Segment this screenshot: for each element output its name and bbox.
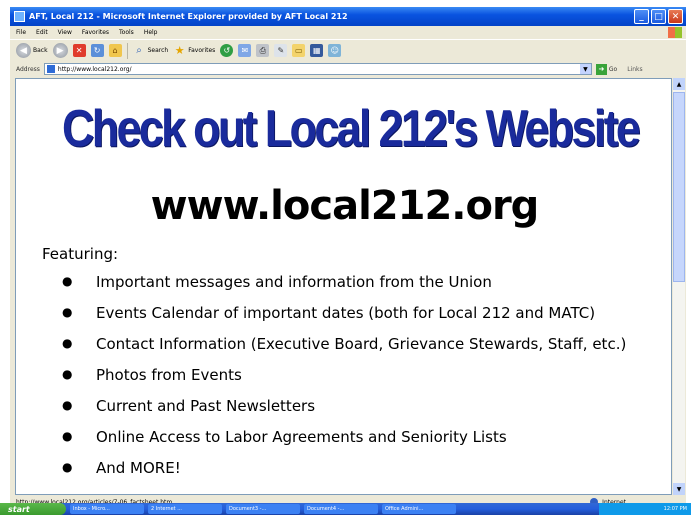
star-icon: ★ bbox=[174, 44, 185, 57]
site-url-heading: www.local212.org bbox=[150, 183, 540, 229]
back-arrow-icon: ◀ bbox=[16, 43, 31, 58]
feature-item: ● Current and Past Newsletters bbox=[56, 397, 626, 428]
search-button[interactable]: ⌕ Search bbox=[133, 44, 169, 57]
feature-text: Important messages and information from … bbox=[96, 273, 492, 291]
bullet-icon: ● bbox=[62, 398, 73, 412]
taskbar-item-document3[interactable]: Document3 -... bbox=[226, 504, 300, 514]
back-button[interactable]: ◀ Back bbox=[16, 43, 48, 58]
feature-list: ● Important messages and information from… bbox=[56, 273, 626, 490]
scroll-thumb[interactable] bbox=[673, 92, 685, 282]
messenger-icon[interactable]: ☺ bbox=[328, 44, 342, 57]
research-icon[interactable]: ▦ bbox=[310, 44, 324, 57]
taskbar: start Inbox - Micro... 2 Internet ... Do… bbox=[0, 503, 691, 515]
links-button[interactable]: Links bbox=[627, 66, 642, 73]
system-tray: 12:07 PM bbox=[599, 503, 691, 515]
bullet-icon: ● bbox=[62, 305, 73, 319]
bullet-icon: ● bbox=[62, 274, 73, 288]
go-label: Go bbox=[608, 65, 618, 73]
history-icon[interactable]: ↺ bbox=[220, 44, 234, 57]
clock: 12:07 PM bbox=[663, 506, 687, 512]
ie-icon bbox=[14, 11, 25, 22]
menu-tools[interactable]: Tools bbox=[119, 29, 134, 36]
address-url: http://www.local212.org/ bbox=[57, 65, 132, 73]
refresh-icon[interactable]: ↻ bbox=[90, 44, 104, 57]
feature-text: And MORE! bbox=[96, 459, 181, 477]
menu-edit[interactable]: Edit bbox=[36, 29, 48, 36]
featuring-label: Featuring: bbox=[42, 245, 119, 263]
page-content: Check out Local 212's Website www.local2… bbox=[15, 78, 672, 495]
scroll-up-icon[interactable]: ▲ bbox=[673, 78, 685, 90]
feature-text: Events Calendar of important dates (both… bbox=[96, 304, 596, 322]
search-icon: ⌕ bbox=[136, 45, 142, 56]
go-arrow-icon: ➜ bbox=[595, 63, 607, 75]
window-controls: _ □ ✕ bbox=[634, 9, 683, 24]
feature-text: Contact Information (Executive Board, Gr… bbox=[96, 335, 627, 353]
search-label: Search bbox=[147, 47, 169, 54]
window-title: AFT, Local 212 - Microsoft Internet Expl… bbox=[29, 12, 348, 21]
menu-favorites[interactable]: Favorites bbox=[82, 29, 109, 36]
title-bar[interactable]: AFT, Local 212 - Microsoft Internet Expl… bbox=[10, 7, 686, 26]
back-label: Back bbox=[33, 47, 48, 54]
edit-icon[interactable]: ✎ bbox=[274, 44, 288, 57]
menu-file[interactable]: File bbox=[16, 29, 26, 36]
feature-text: Current and Past Newsletters bbox=[96, 397, 316, 415]
bullet-icon: ● bbox=[62, 336, 73, 350]
feature-item: ● Events Calendar of important dates (bot… bbox=[56, 304, 626, 335]
menu-view[interactable]: View bbox=[58, 29, 72, 36]
taskbar-item-internet[interactable]: 2 Internet ... bbox=[148, 504, 222, 514]
forward-button[interactable]: ▶ bbox=[52, 43, 68, 58]
bullet-icon: ● bbox=[62, 460, 73, 474]
vertical-scrollbar[interactable]: ▲ ▼ bbox=[673, 78, 685, 495]
feature-item: ● Photos from Events bbox=[56, 366, 626, 397]
windows-logo-icon bbox=[668, 27, 682, 38]
print-icon[interactable]: ⎙ bbox=[256, 44, 270, 57]
browser-window: AFT, Local 212 - Microsoft Internet Expl… bbox=[10, 7, 686, 515]
feature-text: Online Access to Labor Agreements and Se… bbox=[96, 428, 507, 446]
address-bar: Address http://www.local212.org/ ▼ ➜ Go … bbox=[10, 61, 686, 77]
bullet-icon: ● bbox=[62, 429, 73, 443]
address-dropdown-icon[interactable]: ▼ bbox=[579, 64, 591, 74]
feature-item: ● And MORE! bbox=[56, 459, 626, 490]
mail-icon[interactable]: ✉ bbox=[238, 44, 252, 57]
taskbar-item-office-admin[interactable]: Office Admini... bbox=[382, 504, 456, 514]
feature-item: ● Important messages and information from… bbox=[56, 273, 626, 304]
address-input[interactable]: http://www.local212.org/ ▼ bbox=[43, 63, 592, 75]
start-button[interactable]: start bbox=[0, 503, 66, 515]
feature-item: ● Online Access to Labor Agreements and S… bbox=[56, 428, 626, 459]
page-favicon-icon bbox=[46, 65, 55, 73]
taskbar-item-document4[interactable]: Document4 -... bbox=[304, 504, 378, 514]
page-headline: Check out Local 212's Website bbox=[61, 100, 641, 158]
feature-item: ● Contact Information (Executive Board, G… bbox=[56, 335, 626, 366]
close-button[interactable]: ✕ bbox=[668, 9, 683, 24]
go-button[interactable]: ➜ Go bbox=[595, 63, 618, 75]
toolbar: ◀ Back ▶ ✕ ↻ ⌂ ⌕ Search ★ Favorites ↺ ✉ … bbox=[10, 39, 686, 61]
menu-bar: File Edit View Favorites Tools Help bbox=[10, 26, 686, 39]
toolbar-separator bbox=[126, 42, 128, 59]
maximize-button[interactable]: □ bbox=[651, 9, 666, 24]
favorites-button[interactable]: ★ Favorites bbox=[173, 44, 216, 57]
folder-icon[interactable]: ▭ bbox=[292, 44, 306, 57]
taskbar-item-inbox[interactable]: Inbox - Micro... bbox=[70, 504, 144, 514]
address-label: Address bbox=[16, 65, 40, 73]
favorites-label: Favorites bbox=[188, 47, 216, 54]
minimize-button[interactable]: _ bbox=[634, 9, 649, 24]
feature-text: Photos from Events bbox=[96, 366, 242, 384]
bullet-icon: ● bbox=[62, 367, 73, 381]
home-icon[interactable]: ⌂ bbox=[108, 44, 122, 57]
stop-icon[interactable]: ✕ bbox=[72, 44, 86, 57]
scroll-down-icon[interactable]: ▼ bbox=[673, 483, 685, 495]
menu-help[interactable]: Help bbox=[144, 29, 158, 36]
